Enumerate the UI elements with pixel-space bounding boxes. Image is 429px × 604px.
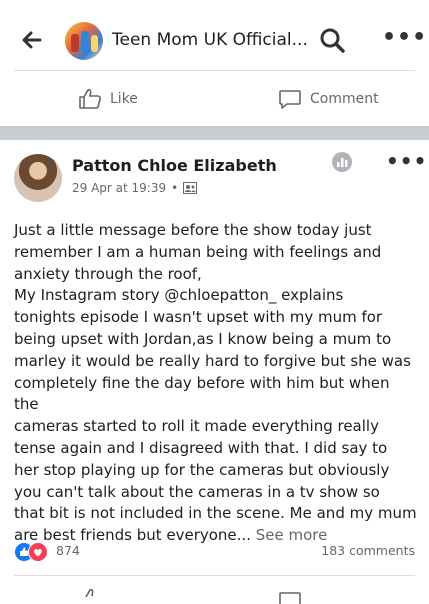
divider	[14, 70, 415, 71]
post-meta: 29 Apr at 19:39 •	[72, 181, 198, 195]
body-line: cameras started to roll it made everythi…	[14, 417, 379, 436]
author-name[interactable]: Patton Chloe Elizabeth	[72, 156, 277, 175]
previous-post-actions: Like Comment	[0, 80, 429, 120]
comment-icon[interactable]	[278, 590, 302, 604]
body-line: anxiety through the roof,	[14, 264, 202, 283]
search-icon[interactable]	[318, 26, 346, 54]
body-line: Just a little message before the show to…	[14, 221, 372, 239]
feed-separator	[0, 126, 429, 140]
body-line: you can't talk about the cameras in a tv…	[14, 482, 380, 501]
body-line: marley it would be really hard to forgiv…	[14, 351, 411, 370]
post-header: Patton Chloe Elizabeth 29 Apr at 19:39 •…	[0, 140, 429, 210]
reaction-count: 874	[56, 543, 80, 558]
thumbs-up-icon[interactable]	[80, 588, 104, 604]
love-reaction-icon	[28, 542, 48, 562]
author-avatar[interactable]	[14, 154, 62, 202]
reactions-bar[interactable]: 874 183 comments	[14, 540, 415, 564]
post-actions-partial	[0, 584, 429, 604]
body-line: remember I am a human being with feeling…	[14, 242, 382, 261]
body-line: completely fine the day before with him …	[14, 373, 390, 414]
top-app-bar: Teen Mom UK Official... •••	[0, 8, 429, 70]
body-line: her stop playing up for the cameras but …	[14, 460, 390, 479]
body-line: tonights episode I wasn't upset with my …	[14, 308, 383, 327]
body-line: tense again and I disagreed with that. I…	[14, 438, 388, 457]
page-avatar[interactable]	[65, 22, 103, 60]
comment-icon	[279, 90, 301, 109]
meta-separator: •	[171, 181, 179, 195]
audience-icon	[183, 182, 198, 194]
status-bar	[0, 0, 429, 8]
body-line: being upset with Jordan,as I know being …	[14, 329, 392, 348]
post-timestamp[interactable]: 29 Apr at 19:39	[72, 181, 166, 195]
back-arrow-icon[interactable]	[18, 26, 46, 54]
body-line: that bit is not included in the scene. M…	[14, 504, 417, 523]
post-more-icon[interactable]: •••	[386, 151, 427, 171]
body-line: My Instagram story @chloepatton_ explain…	[14, 286, 344, 305]
comment-button[interactable]: Comment	[278, 88, 379, 110]
post-body: Just a little message before the show to…	[14, 220, 418, 547]
thumbs-up-icon	[79, 88, 101, 109]
like-button[interactable]: Like	[78, 88, 138, 110]
comment-label: Comment	[310, 91, 379, 107]
insights-icon[interactable]	[332, 152, 352, 172]
like-label: Like	[110, 91, 138, 107]
more-icon[interactable]: •••	[382, 27, 426, 49]
comment-count[interactable]: 183 comments	[321, 543, 415, 558]
page-title[interactable]: Teen Mom UK Official...	[112, 30, 308, 50]
divider	[14, 575, 415, 576]
